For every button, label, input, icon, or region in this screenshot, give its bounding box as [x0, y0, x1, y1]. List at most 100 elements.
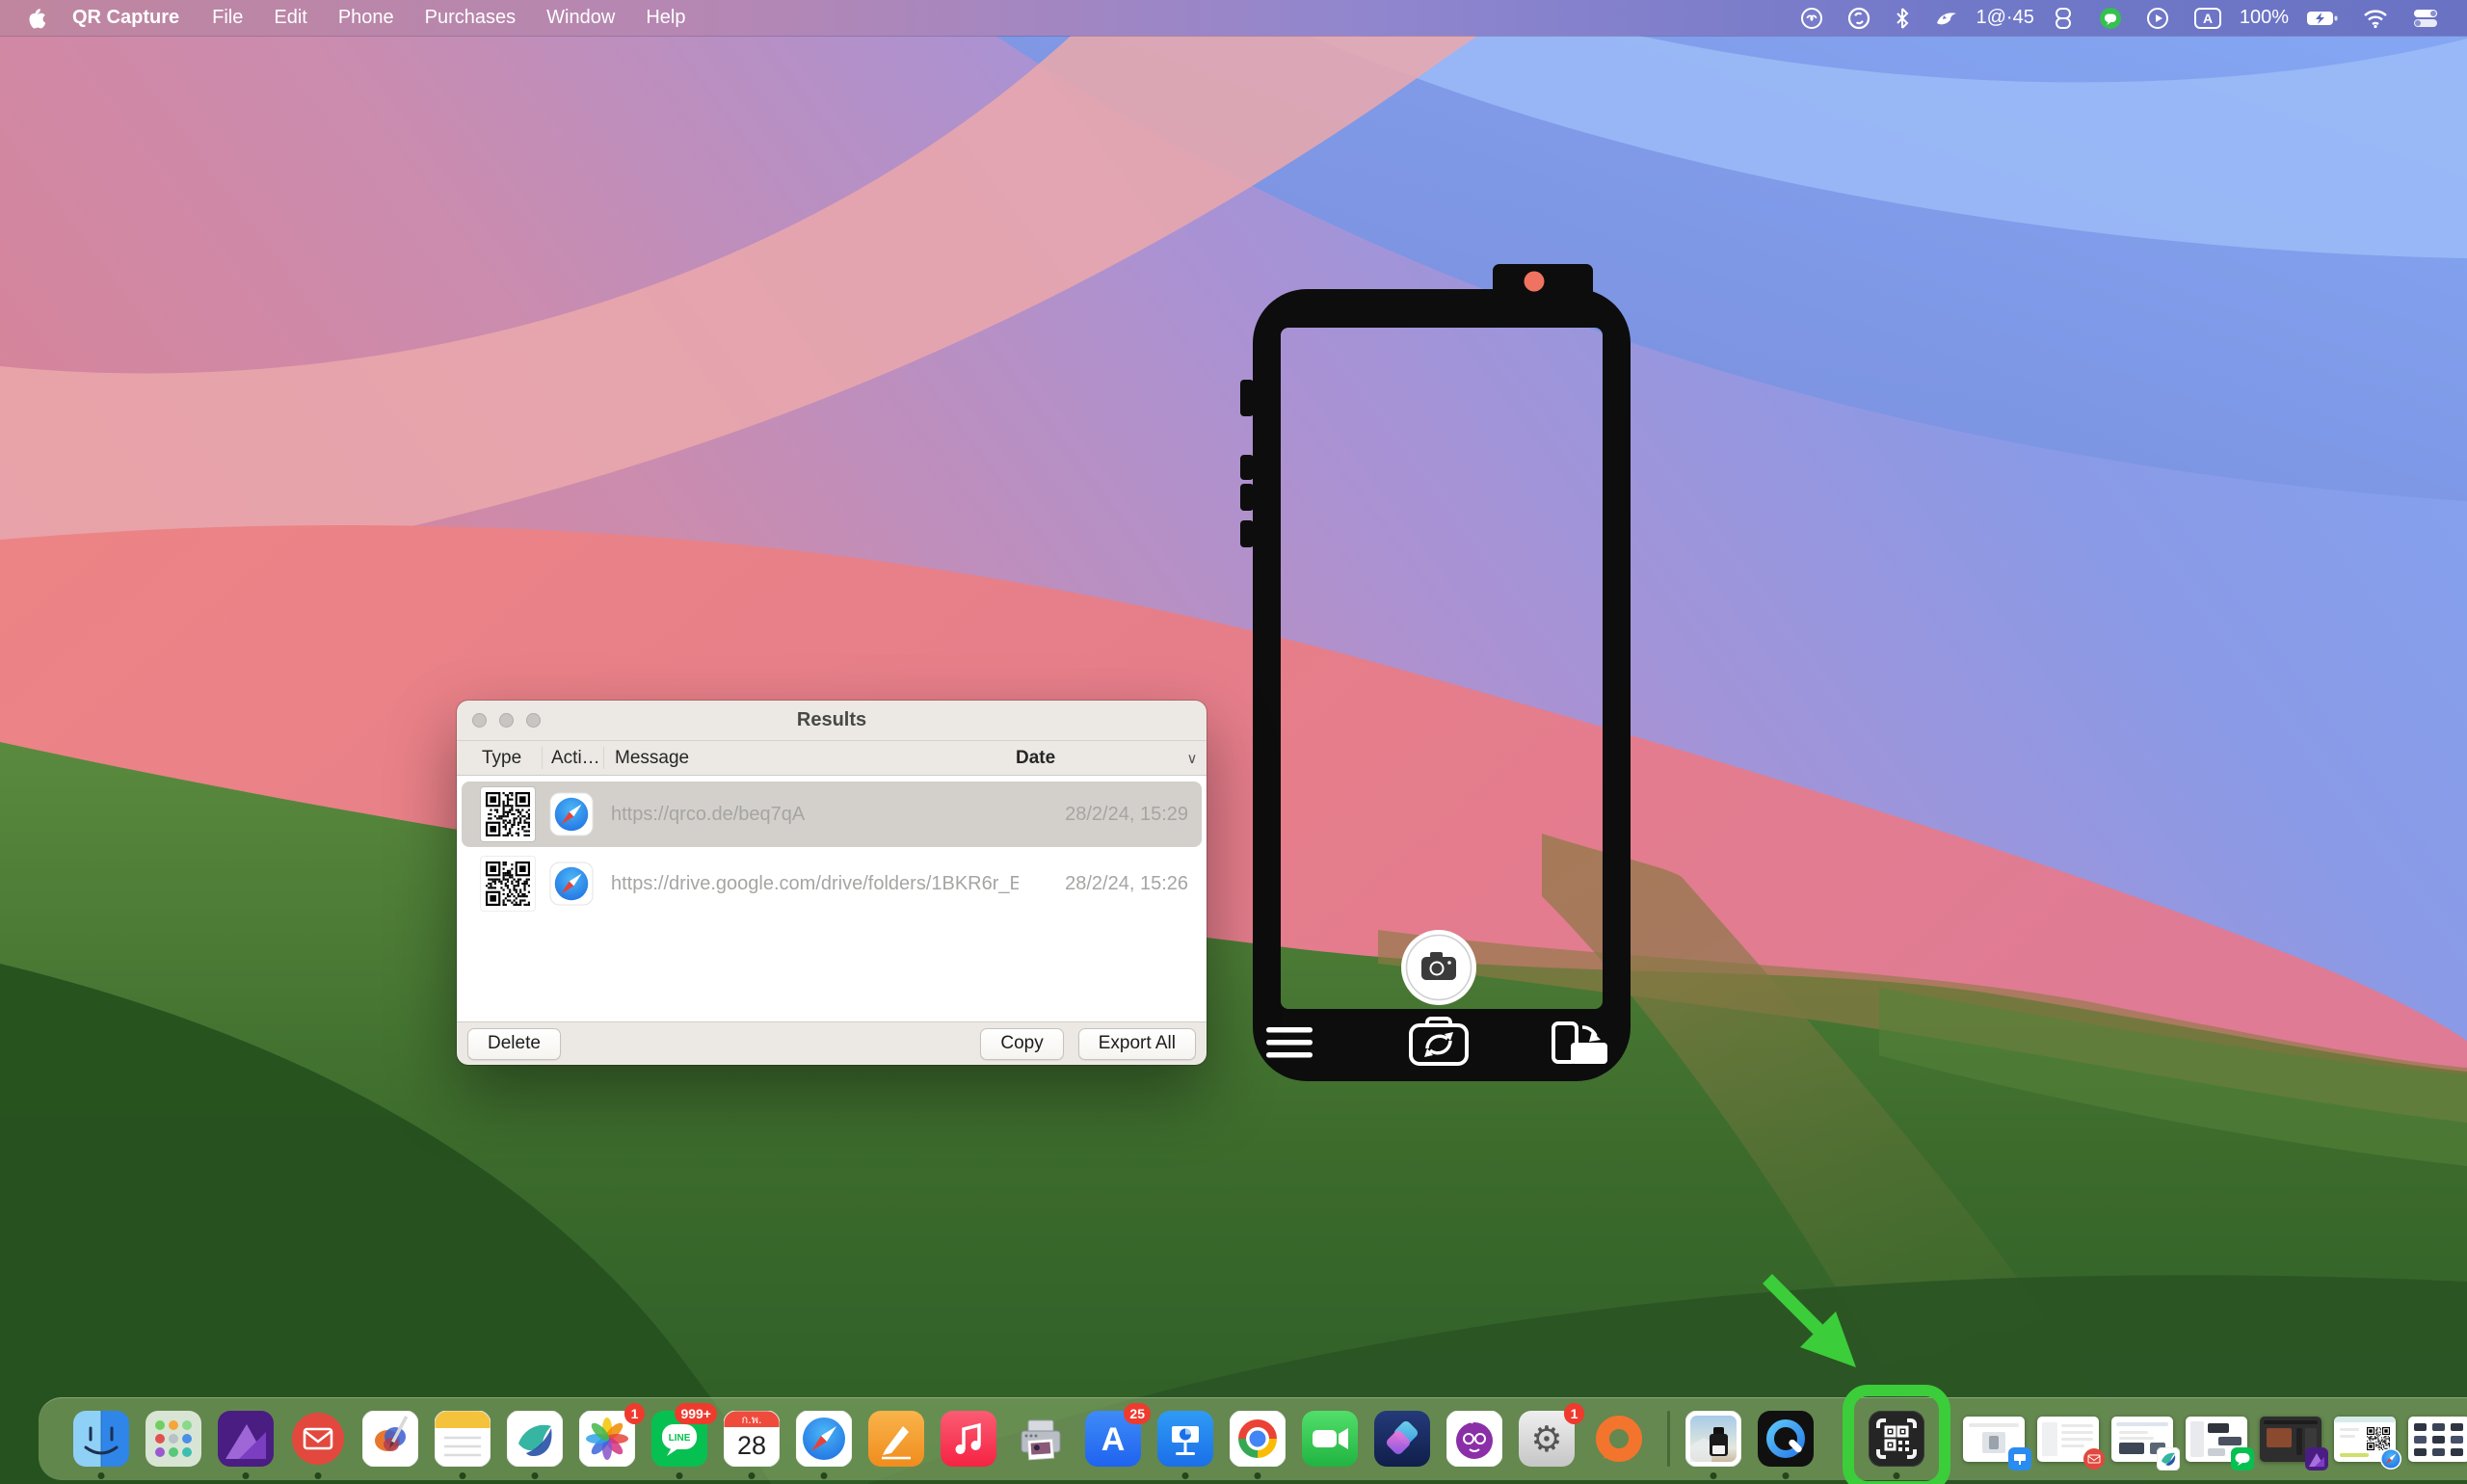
dock-keynote-icon[interactable] — [1157, 1411, 1213, 1467]
zoom-button[interactable] — [526, 713, 541, 728]
wifi-icon[interactable] — [2356, 8, 2395, 29]
dock-documents-icon[interactable] — [507, 1411, 563, 1467]
battery-percent: 100% — [2240, 7, 2289, 29]
control-center-icon[interactable] — [2405, 8, 2446, 29]
keyboard-input-icon[interactable]: A — [2187, 7, 2229, 30]
menu-purchases[interactable]: Purchases — [410, 7, 532, 29]
dock-affinity-photo-icon[interactable] — [218, 1411, 274, 1467]
results-window: Results Type Acti… Message Date ∨ https:… — [457, 701, 1207, 1065]
dock-notes-icon[interactable] — [435, 1411, 491, 1467]
dock-qr-capture-wrap — [1869, 1411, 1924, 1467]
creative-cloud-icon[interactable] — [1793, 7, 1830, 30]
result-date: 28/2/24, 15:26 — [1019, 873, 1202, 895]
dock-window-thumbnail-screenshots[interactable] — [2408, 1417, 2467, 1462]
dock-printer-icon[interactable] — [1013, 1411, 1069, 1467]
export-all-button[interactable]: Export All — [1078, 1028, 1196, 1060]
dock-facetime-icon[interactable] — [1302, 1411, 1358, 1467]
dock-window-thumbnail-documents[interactable] — [2111, 1417, 2173, 1462]
menu-app-name[interactable]: QR Capture — [55, 7, 197, 29]
layers-icon[interactable] — [2045, 6, 2082, 31]
line-badge-icon — [2231, 1447, 2254, 1471]
menu-window[interactable]: Window — [531, 7, 630, 29]
running-indicator — [98, 1472, 105, 1479]
menu-phone[interactable]: Phone — [323, 7, 410, 29]
dock-window-thumbnail-keynote[interactable] — [1963, 1417, 2025, 1462]
dock-photos-icon[interactable]: 1 — [579, 1411, 635, 1467]
dock-shortcuts-icon[interactable] — [1374, 1411, 1430, 1467]
minimize-button[interactable] — [499, 713, 514, 728]
line-label: LINE — [669, 1433, 691, 1444]
safari-badge-icon — [2379, 1447, 2402, 1471]
dock-paint-doodle-icon[interactable] — [1446, 1411, 1502, 1467]
apple-menu[interactable] — [21, 7, 55, 30]
delete-button[interactable]: Delete — [467, 1028, 561, 1060]
shazam-icon[interactable] — [1841, 7, 1877, 30]
running-indicator — [315, 1472, 322, 1479]
table-row[interactable]: https://drive.google.com/drive/folders/1… — [462, 851, 1202, 916]
desktop-wallpaper — [0, 0, 2467, 1484]
dock-qr-capture-icon[interactable] — [1869, 1411, 1924, 1467]
dock: 1 999+ LINE ก.พ. — [39, 1397, 2467, 1480]
dock-music-icon[interactable] — [941, 1411, 996, 1467]
dock-safari-icon[interactable] — [796, 1411, 852, 1467]
svg-text:28: 28 — [737, 1431, 766, 1460]
dock-mail-icon[interactable] — [290, 1411, 346, 1467]
dock-app-store-icon[interactable]: 25 A — [1085, 1411, 1141, 1467]
sort-chevron-icon[interactable]: ∨ — [1178, 750, 1207, 767]
bird-icon[interactable] — [1927, 7, 1966, 30]
dock-line-icon[interactable]: 999+ LINE — [651, 1411, 707, 1467]
dock-pixelmator-icon[interactable] — [362, 1411, 418, 1467]
dock-separator — [1667, 1411, 1670, 1467]
play-icon[interactable] — [2139, 7, 2176, 30]
column-divider[interactable] — [542, 747, 543, 769]
qr-code-icon — [481, 857, 535, 911]
gear-icon: ⚙ — [1530, 1418, 1562, 1460]
qr-code-icon — [481, 787, 535, 841]
dock-system-settings-icon[interactable]: 1 ⚙ — [1519, 1411, 1575, 1467]
mail-badge-icon — [2082, 1447, 2106, 1471]
close-button[interactable] — [472, 713, 487, 728]
line-status-icon[interactable] — [2092, 7, 2129, 30]
dock-window-thumbnail-chat[interactable] — [2186, 1417, 2247, 1462]
copy-button[interactable]: Copy — [980, 1028, 1063, 1060]
affinity-badge-icon — [2305, 1447, 2328, 1471]
safari-icon[interactable] — [549, 861, 594, 906]
result-date: 28/2/24, 15:29 — [1019, 804, 1202, 826]
table-row[interactable]: https://qrco.de/beq7qA 28/2/24, 15:29 — [462, 782, 1202, 847]
dock-quicktime-icon[interactable] — [1758, 1411, 1814, 1467]
safari-icon[interactable] — [549, 792, 594, 836]
column-type[interactable]: Type — [457, 748, 542, 769]
notification-badge: 999+ — [675, 1403, 717, 1424]
dock-calendar-icon[interactable]: ก.พ. 28 — [724, 1411, 780, 1467]
column-action[interactable]: Acti… — [542, 748, 603, 769]
dock-pages-icon[interactable] — [868, 1411, 924, 1467]
bluetooth-icon[interactable] — [1888, 7, 1917, 30]
keynote-badge-icon — [2008, 1447, 2031, 1471]
dock-launchpad-icon[interactable] — [146, 1411, 201, 1467]
dock-finder-icon[interactable] — [73, 1411, 129, 1467]
results-table: https://qrco.de/beq7qA 28/2/24, 15:29 ht… — [457, 776, 1207, 1021]
running-indicator — [1255, 1472, 1261, 1479]
menu-help[interactable]: Help — [630, 7, 701, 29]
status-time[interactable]: 1@·45 — [1976, 7, 2034, 29]
battery-icon[interactable] — [2299, 7, 2346, 30]
dock-window-thumbnail-mail[interactable] — [2037, 1417, 2099, 1462]
svg-text:A: A — [1101, 1421, 1126, 1458]
dock-window-thumbnail-affinity[interactable] — [2260, 1417, 2321, 1462]
dock-photo-stack-icon[interactable] — [1685, 1411, 1741, 1467]
window-footer: Delete Copy Export All — [457, 1021, 1207, 1065]
column-date[interactable]: Date — [1016, 748, 1178, 769]
dock-origin-icon[interactable] — [1591, 1411, 1647, 1467]
window-titlebar[interactable]: Results — [457, 701, 1207, 741]
dock-window-thumbnail-safari-qr[interactable] — [2334, 1417, 2396, 1462]
running-indicator — [1711, 1472, 1717, 1479]
column-message[interactable]: Message — [603, 748, 1016, 769]
dock-chrome-icon[interactable] — [1230, 1411, 1286, 1467]
menu-file[interactable]: File — [197, 7, 258, 29]
running-indicator — [676, 1472, 683, 1479]
menu-edit[interactable]: Edit — [258, 7, 322, 29]
running-indicator — [460, 1472, 466, 1479]
running-indicator — [1182, 1472, 1189, 1479]
notification-badge: 1 — [1564, 1403, 1584, 1424]
column-divider[interactable] — [603, 747, 604, 769]
